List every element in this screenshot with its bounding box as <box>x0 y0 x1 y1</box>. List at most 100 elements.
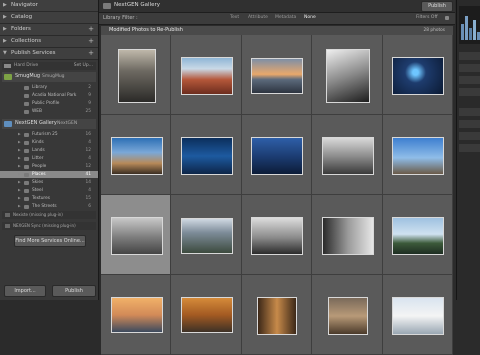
grid-cell[interactable] <box>382 195 453 275</box>
photo-thumbnail-lighthouse[interactable] <box>392 297 445 335</box>
nextgen-collection-item[interactable]: ▶ Textures 15 <box>0 195 98 202</box>
grid-cell[interactable] <box>312 35 383 115</box>
nextgen-collection-item[interactable]: ▶ Kinds 4 <box>0 139 98 146</box>
panel-folders[interactable]: ▶ Folders + <box>0 24 98 36</box>
disclosure-triangle-icon[interactable]: ▶ <box>18 139 21 146</box>
add-folder-icon[interactable]: + <box>88 24 94 35</box>
service-missing-2[interactable]: NEXGEN Sync (missing plug-in) <box>2 222 96 230</box>
photo-thumbnail-car-bw[interactable] <box>251 216 304 255</box>
import-button[interactable]: Import... <box>4 285 46 297</box>
service-smugmug[interactable]: SmugMug SmugMug <box>2 72 96 82</box>
grid-cell[interactable] <box>241 195 313 275</box>
disclosure-triangle-icon[interactable]: ▶ <box>3 12 7 23</box>
photo-thumbnail-blue-lake[interactable] <box>181 136 234 175</box>
photo-thumbnail-ferris-wheel-night[interactable] <box>392 56 445 95</box>
photo-thumbnail-mountain-town[interactable] <box>181 217 234 254</box>
grid-cell[interactable] <box>312 275 383 355</box>
grid-cell[interactable] <box>101 35 172 115</box>
disclosure-triangle-icon[interactable]: ▶ <box>18 155 21 162</box>
photo-thumbnail-pilings[interactable] <box>392 136 445 175</box>
filter-tab-none[interactable]: None <box>304 15 316 20</box>
nextgen-collection-item[interactable]: ▶ Futurism 25 16 <box>0 131 98 138</box>
grid-cell[interactable] <box>382 35 453 115</box>
disclosure-triangle-icon[interactable]: ▼ <box>3 48 7 59</box>
add-service-icon[interactable]: + <box>88 48 94 59</box>
hard-drive-setup[interactable]: Set Up... <box>74 62 93 69</box>
grid-cell[interactable] <box>312 195 383 275</box>
photo-thumbnail-coast-city[interactable] <box>110 136 163 175</box>
publish-left-button[interactable]: Publish <box>52 285 96 297</box>
smugmug-collection-item[interactable]: Library 2 <box>0 84 98 91</box>
quick-develop-row[interactable] <box>459 108 480 116</box>
filters-off-dropdown[interactable]: Filters Off <box>416 15 438 20</box>
service-nextgen[interactable]: NextGEN Gallery NextGEN <box>2 119 96 129</box>
quick-develop-row[interactable] <box>459 52 480 60</box>
panel-catalog[interactable]: ▶ Catalog <box>0 12 98 24</box>
photo-thumbnail-autumn-cabin[interactable] <box>181 297 234 333</box>
lock-icon[interactable] <box>445 16 449 20</box>
quick-develop-row[interactable] <box>459 120 480 128</box>
disclosure-triangle-icon[interactable]: ▶ <box>18 171 21 178</box>
photo-thumbnail-street-alley[interactable] <box>117 48 156 103</box>
grid-cell[interactable] <box>241 115 313 195</box>
grid-cell[interactable] <box>171 35 242 115</box>
photo-thumbnail-city-skyline[interactable] <box>110 297 163 333</box>
panel-navigator[interactable]: ▶ Navigator <box>0 0 98 12</box>
photo-thumbnail-pier-bw[interactable] <box>321 136 374 175</box>
nextgen-collection-item[interactable]: ▶ Litter 4 <box>0 155 98 162</box>
nextgen-collection-item[interactable]: ▶ Places 41 <box>0 171 98 178</box>
photo-thumbnail-red-rock[interactable] <box>181 56 234 95</box>
grid-cell[interactable] <box>241 35 313 115</box>
nextgen-collection-item[interactable]: ▶ Steel 4 <box>0 187 98 194</box>
photo-thumbnail-flooded-trees[interactable] <box>392 216 445 255</box>
grid-cell[interactable] <box>101 115 172 195</box>
add-collection-icon[interactable]: + <box>88 36 94 47</box>
smugmug-collection-item[interactable]: WEB 25 <box>0 108 98 115</box>
disclosure-triangle-icon[interactable]: ▶ <box>18 203 21 210</box>
disclosure-triangle-icon[interactable]: ▶ <box>3 36 7 47</box>
smugmug-collection-item[interactable]: Public Profile 9 <box>0 100 98 107</box>
quick-develop-row[interactable] <box>459 88 480 96</box>
photo-thumbnail-beach-bw[interactable] <box>110 216 163 255</box>
photo-thumbnail-bridge-bw-2[interactable] <box>321 216 374 255</box>
quick-develop-row[interactable] <box>459 144 480 152</box>
grid-cell[interactable] <box>101 275 172 355</box>
service-missing-1[interactable]: Nexiste (missing plug-in) <box>2 211 96 219</box>
grid-cell[interactable] <box>312 115 383 195</box>
disclosure-triangle-icon[interactable]: ▶ <box>18 163 21 170</box>
disclosure-triangle-icon[interactable]: ▶ <box>18 195 21 202</box>
panel-publish-services[interactable]: ▼ Publish Services + <box>0 48 98 60</box>
smugmug-collection-item[interactable]: Acadia National Park 9 <box>0 92 98 99</box>
grid-cell[interactable] <box>382 275 453 355</box>
quick-develop-row[interactable] <box>459 76 480 84</box>
photo-thumbnail-sunset-shore[interactable] <box>251 57 304 94</box>
grid-cell[interactable] <box>241 275 313 355</box>
disclosure-triangle-icon[interactable]: ▶ <box>18 131 21 138</box>
disclosure-triangle-icon[interactable]: ▶ <box>18 179 21 186</box>
find-more-services-button[interactable]: Find More Services Online... <box>14 235 86 247</box>
publish-button[interactable]: Publish <box>421 1 453 12</box>
photo-thumbnail-rust-gate[interactable] <box>327 297 368 335</box>
grid-cell[interactable] <box>171 195 242 275</box>
quick-develop-row[interactable] <box>459 64 480 72</box>
nextgen-collection-item[interactable]: ▶ Skies 14 <box>0 179 98 186</box>
photo-thumbnail-blue-dusk[interactable] <box>251 136 304 175</box>
photo-thumbnail-bridge-bw[interactable] <box>325 48 370 103</box>
quick-develop-row[interactable] <box>459 132 480 140</box>
grid-cell[interactable] <box>101 195 172 275</box>
filter-tab-text[interactable]: Text <box>230 15 239 20</box>
grid-cell[interactable] <box>171 115 242 195</box>
filter-tab-metadata[interactable]: Metadata <box>275 15 296 20</box>
disclosure-triangle-icon[interactable]: ▶ <box>18 187 21 194</box>
disclosure-triangle-icon[interactable]: ▶ <box>3 0 7 11</box>
grid-cell[interactable] <box>382 115 453 195</box>
nextgen-collection-item[interactable]: ▶ Lands 12 <box>0 147 98 154</box>
photo-thumbnail-steel-door[interactable] <box>257 297 298 335</box>
disclosure-triangle-icon[interactable]: ▶ <box>18 147 21 154</box>
panel-collections[interactable]: ▶ Collections + <box>0 36 98 48</box>
filter-tab-attribute[interactable]: Attribute <box>248 15 268 20</box>
nextgen-collection-item[interactable]: ▶ The Streets 6 <box>0 203 98 210</box>
disclosure-triangle-icon[interactable]: ▶ <box>3 24 7 35</box>
grid-cell[interactable] <box>171 275 242 355</box>
photo-grid[interactable] <box>101 35 453 355</box>
